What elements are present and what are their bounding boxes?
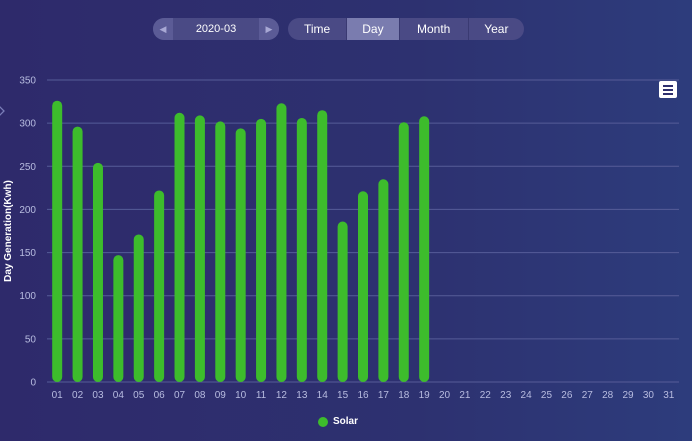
y-tick-label: 100 [19,291,36,302]
bar-day-16 [358,191,368,382]
bar-day-06 [154,190,165,382]
x-tick-label: 28 [602,390,614,401]
bar-day-12 [276,103,287,382]
y-tick-label: 300 [19,119,36,130]
x-tick-label: 09 [215,390,227,401]
x-tick-label: 11 [256,390,267,401]
x-tick-label: 19 [419,390,431,401]
bar-day-17 [378,179,389,382]
x-tick-label: 26 [561,390,573,401]
y-tick-label: 50 [25,334,37,345]
y-tick-label: 250 [19,162,36,173]
y-axis-ticks: 0 50 100 150 200 250 300 350 [19,76,36,389]
bar-day-02 [72,126,83,382]
x-tick-label: 29 [622,390,634,401]
x-axis-ticks: 01 02 03 04 05 06 07 08 09 10 11 12 13 14 15 16 17 18 19 20… [52,390,675,401]
x-tick-label: 23 [500,390,512,401]
x-tick-label: 14 [317,390,329,401]
x-tick-label: 06 [154,390,166,401]
bar-day-15 [337,221,348,382]
bar-day-01 [52,100,63,383]
x-tick-label: 01 [52,390,64,401]
x-tick-label: 16 [357,390,369,401]
x-tick-label: 04 [113,390,125,401]
x-tick-label: 25 [541,390,553,401]
x-tick-label: 17 [378,390,390,401]
x-tick-label: 22 [480,390,492,401]
x-tick-label: 15 [337,390,349,401]
x-tick-label: 02 [72,390,84,401]
bar-day-09 [215,121,226,382]
bar-day-19 [419,116,430,383]
legend-marker [318,416,328,427]
bar-day-13 [296,117,307,383]
x-tick-label: 12 [276,390,288,401]
x-tick-label: 08 [194,390,206,401]
x-tick-label: 31 [663,390,675,401]
bars [52,100,430,383]
bar-day-14 [317,110,328,382]
y-tick-label: 350 [19,76,36,87]
y-tick-label: 0 [30,378,36,389]
y-axis-label: Day Generation(Kwh) [3,180,14,282]
x-tick-label: 27 [582,390,594,401]
day-generation-chart: 0 50 100 150 200 250 300 350 01 02 03 04 05 06 07 08 09… [3,76,679,401]
y-tick-label: 200 [19,205,36,216]
bar-day-04 [113,255,124,382]
x-tick-label: 24 [521,390,533,401]
x-tick-label: 30 [643,390,655,401]
x-tick-label: 05 [133,390,145,401]
x-tick-label: 13 [296,390,308,401]
legend[interactable]: Solar [318,416,358,427]
y-tick-label: 150 [19,248,36,259]
x-tick-label: 10 [235,390,247,401]
bar-day-11 [256,118,267,382]
x-tick-label: 03 [92,390,104,401]
x-tick-label: 20 [439,390,451,401]
bar-day-18 [398,122,409,382]
x-tick-label: 07 [174,390,186,401]
bar-day-10 [235,128,246,382]
legend-label-solar: Solar [333,416,359,427]
bar-day-05 [133,234,144,382]
bar-day-07 [174,112,185,382]
x-tick-label: 18 [398,390,410,401]
x-tick-label: 21 [459,390,471,401]
bar-day-08 [194,115,205,383]
bar-day-03 [92,162,103,382]
